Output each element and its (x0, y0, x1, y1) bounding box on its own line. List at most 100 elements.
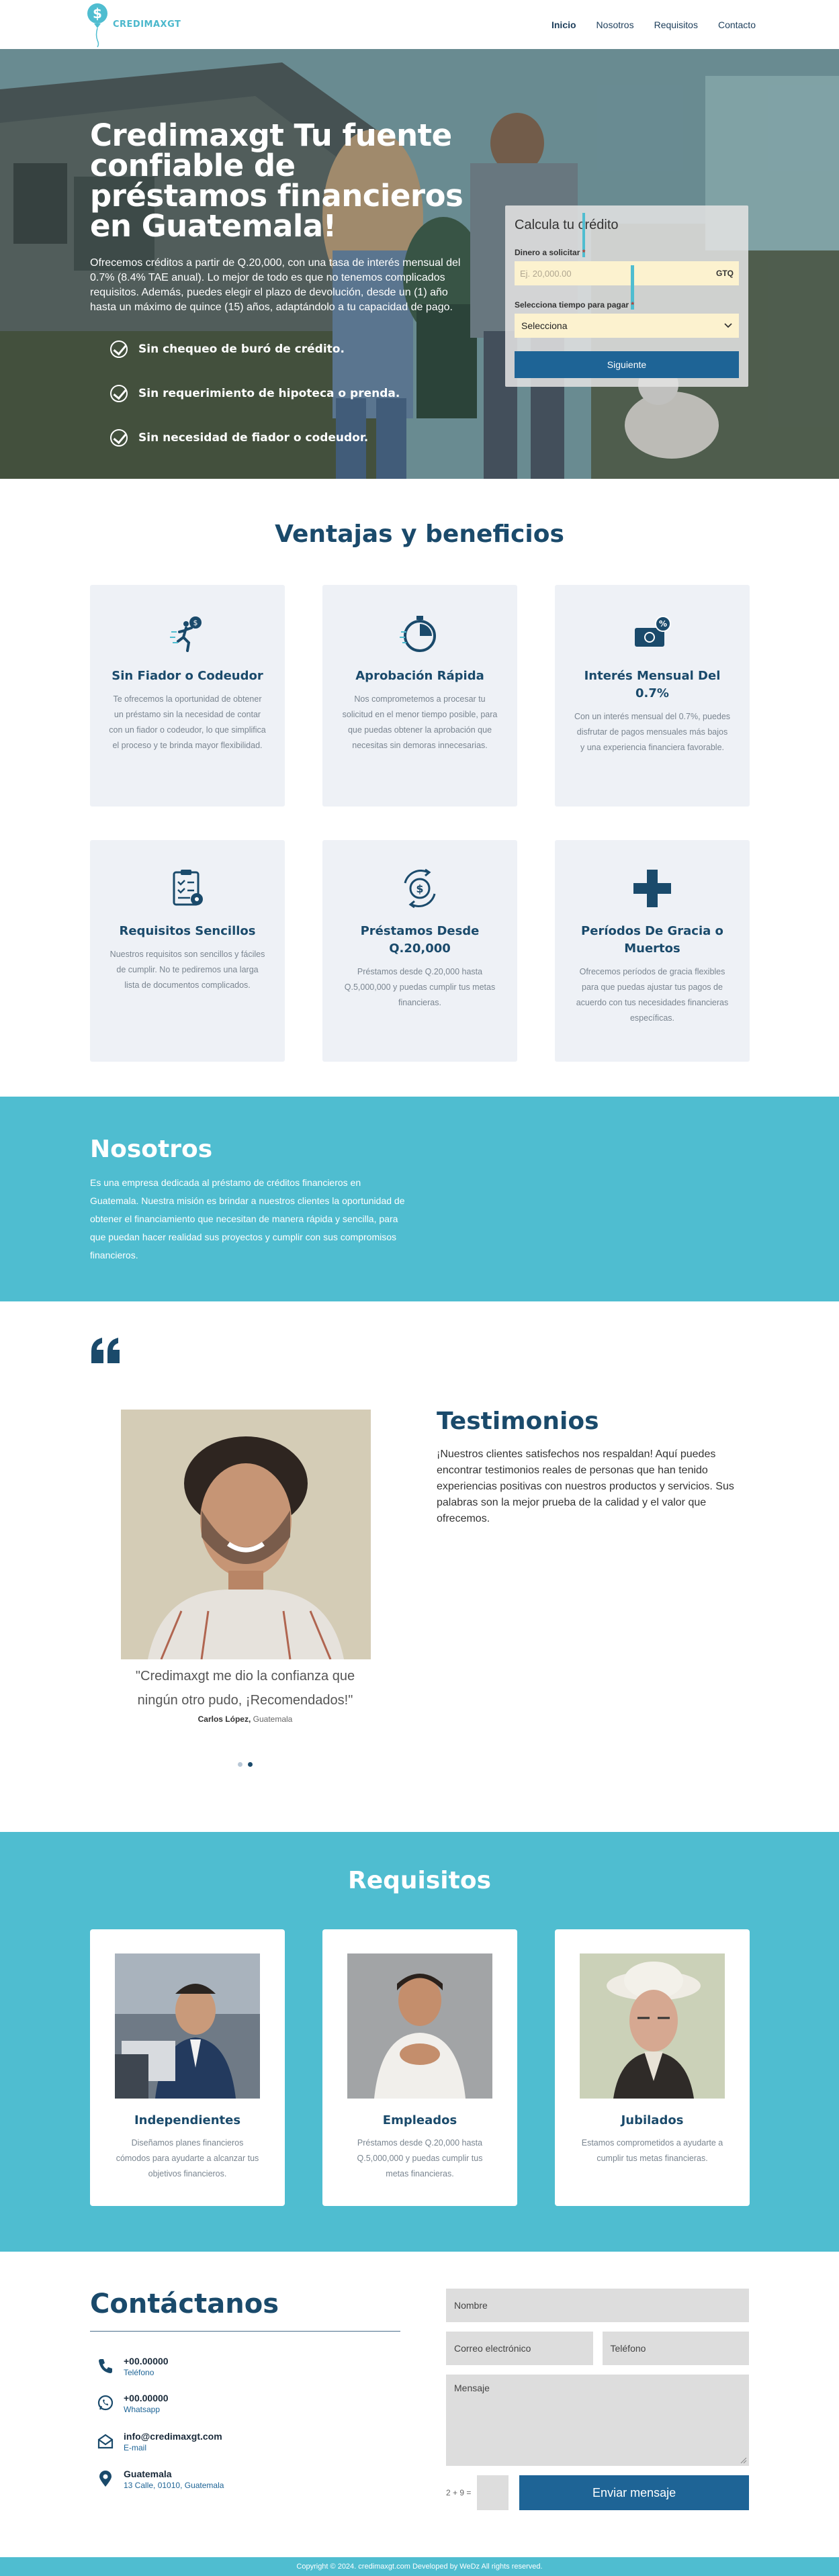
nav-link-nosotros[interactable]: Nosotros (597, 19, 634, 30)
requirement-card: Independientes Diseñamos planes financie… (90, 1929, 285, 2206)
benefit-title: Interés Mensual Del 0.7% (584, 669, 721, 700)
benefit-card: $ Préstamos Desde Q.20,000 Préstamos des… (322, 840, 517, 1062)
currency-label: GTQ (716, 269, 734, 278)
requirements-grid: Independientes Diseñamos planes financie… (0, 1929, 839, 2206)
benefits-grid: $ Sin Fiador o Codeudor Te ofrecemos la … (0, 585, 839, 1062)
svg-text:$: $ (193, 618, 198, 627)
copyright-text: Copyright © 2024. credimaxgt.com Develop… (296, 2563, 543, 2571)
contact-address-value: Guatemala (124, 2469, 172, 2479)
requirement-description: Estamos comprometidos a ayudarte a cumpl… (581, 2138, 723, 2163)
quote-icon (91, 1338, 120, 1363)
hero-check-text: Sin chequeo de buró de crédito. (138, 342, 345, 356)
benefit-card: Períodos De Gracia o Muertos Ofrecemos p… (555, 840, 750, 1062)
captcha-row: 2 + 9 = Enviar mensaje (446, 2475, 749, 2510)
credit-calculator-form: Calcula tu crédito Dinero a solicitar * … (505, 205, 748, 387)
benefit-description: Nuestros requisitos son sencillos y fáci… (109, 950, 265, 990)
email-input[interactable]: Correo electrónico (446, 2332, 593, 2365)
hero-checklist: Sin chequeo de buró de crédito. Sin requ… (110, 327, 466, 460)
brand-logo[interactable]: $ CREDIMAXGT (86, 1, 181, 48)
about-section: Nosotros Es una empresa dedicada al prés… (0, 1097, 839, 1301)
requirement-description: Préstamos desde Q.20,000 hasta Q.5,000,0… (357, 2138, 483, 2178)
phone-input[interactable]: Teléfono (602, 2332, 749, 2365)
benefit-title: Aprobación Rápida (355, 669, 484, 683)
benefit-description: Con un interés mensual del 0.7%, puedes … (574, 712, 731, 752)
contact-item-address[interactable]: Guatemala 13 Calle, 01010, Guatemala (97, 2469, 224, 2490)
check-circle-icon (110, 385, 128, 402)
requirement-card: Jubilados Estamos comprometidos a ayudar… (555, 1929, 750, 2206)
nav-link-requisitos[interactable]: Requisitos (654, 19, 698, 30)
send-message-button[interactable]: Enviar mensaje (519, 2475, 749, 2510)
benefit-card: Requisitos Sencillos Nuestros requisitos… (90, 840, 285, 1062)
whatsapp-icon (97, 2395, 114, 2411)
contact-divider (90, 2331, 400, 2332)
contact-item-whatsapp[interactable]: +00.00000 Whatsapp (97, 2393, 169, 2414)
contact-phone-label: Teléfono (124, 2368, 154, 2377)
contact-email-label: E-mail (124, 2443, 147, 2452)
footer: Copyright © 2024. credimaxgt.com Develop… (0, 2557, 839, 2576)
benefit-title: Préstamos Desde Q.20,000 (360, 924, 480, 956)
benefit-card: Aprobación Rápida Nos comprometemos a pr… (322, 585, 517, 807)
contact-form: Nombre Correo electrónico Teléfono Mensa… (446, 2289, 749, 2510)
requirement-title: Empleados (382, 2113, 457, 2127)
brand-name: CREDIMAXGT (113, 19, 181, 30)
benefit-title: Requisitos Sencillos (119, 924, 256, 938)
requirement-title: Jubilados (621, 2113, 684, 2127)
benefit-description: Te ofrecemos la oportunidad de obtener u… (109, 694, 266, 750)
testimonial-photo (121, 1410, 371, 1659)
contact-section: Contáctanos +00.00000 Teléfono +00.00000 W… (0, 2252, 839, 2557)
benefit-card: % Interés Mensual Del 0.7% Con un interé… (555, 585, 750, 807)
smiling-man-image (121, 1410, 371, 1659)
hero-check-item: Sin chequeo de buró de crédito. (110, 327, 466, 371)
hero-check-text: Sin requerimiento de hipoteca o prenda. (138, 387, 400, 400)
running-person-icon: $ (170, 616, 202, 652)
independent-worker-image (115, 1953, 260, 2099)
benefits-title: Ventajas y beneficios (275, 520, 564, 548)
nav-link-contacto[interactable]: Contacto (718, 19, 756, 30)
map-pin-icon (99, 2471, 112, 2487)
carousel-dot-active[interactable] (248, 1762, 253, 1767)
benefit-title: Sin Fiador o Codeudor (112, 669, 263, 683)
requirement-title: Independientes (134, 2113, 241, 2127)
check-circle-icon (110, 429, 128, 447)
carousel-dot[interactable] (238, 1762, 242, 1767)
captcha-input[interactable] (476, 2475, 509, 2510)
hero-check-text: Sin necesidad de fiador o codeudor. (138, 431, 369, 445)
contact-item-phone[interactable]: +00.00000 Teléfono (97, 2356, 169, 2377)
contact-email-value: info@credimaxgt.com (124, 2431, 222, 2442)
nav-link-inicio[interactable]: Inicio (551, 19, 576, 30)
hero-title: Credimaxgt Tu fuente confiable de présta… (90, 118, 463, 244)
money-exchange-icon: $ (404, 868, 436, 909)
navbar: $ CREDIMAXGT Inicio Nosotros Requisitos … (0, 0, 839, 49)
svg-text:$: $ (416, 882, 423, 895)
contact-item-email[interactable]: info@credimaxgt.com E-mail (97, 2431, 222, 2452)
benefits-section: Ventajas y beneficios $ Sin Fiador o Cod… (0, 479, 839, 1097)
amount-input[interactable]: Ej. 20,000.00 GTQ (515, 261, 739, 285)
plus-icon (633, 870, 671, 907)
captcha-question: 2 + 9 = (446, 2488, 472, 2497)
hero-check-item: Sin necesidad de fiador o codeudor. (110, 416, 466, 460)
term-label: Selecciona tiempo para pagar * (515, 265, 739, 310)
calculator-submit-button[interactable]: Siguiente (515, 351, 739, 378)
svg-text:$: $ (93, 5, 102, 21)
contact-title: Contáctanos (90, 2289, 279, 2319)
benefit-description: Nos comprometemos a procesar tu solicitu… (342, 694, 498, 750)
requirements-section: Requisitos Independientes Diseñamos plan… (0, 1832, 839, 2252)
benefit-card: $ Sin Fiador o Codeudor Te ofrecemos la … (90, 585, 285, 807)
testimonials-title: Testimonios (437, 1408, 599, 1435)
resize-handle-icon[interactable] (740, 2457, 747, 2464)
message-textarea[interactable]: Mensaje (446, 2375, 749, 2466)
name-input[interactable]: Nombre (446, 2289, 749, 2322)
testimonials-text: ¡Nuestros clientes satisfechos nos respa… (437, 1448, 734, 1524)
calculator-title: Calcula tu crédito (515, 218, 619, 232)
balloon-logo-icon: $ (87, 3, 107, 47)
svg-text:%: % (659, 619, 667, 629)
amount-label: Dinero a solicitar * (515, 213, 739, 257)
term-select[interactable]: Selecciona (515, 314, 739, 338)
amount-placeholder: Ej. 20,000.00 (520, 268, 572, 279)
phone-icon (99, 2359, 112, 2373)
carousel-dots (238, 1762, 253, 1767)
term-select-value: Selecciona (521, 320, 568, 331)
about-text: Es una empresa dedicada al préstamo de c… (90, 1177, 405, 1260)
chevron-down-icon (724, 323, 732, 328)
hero-section: Credimaxgt Tu fuente confiable de présta… (0, 49, 839, 479)
